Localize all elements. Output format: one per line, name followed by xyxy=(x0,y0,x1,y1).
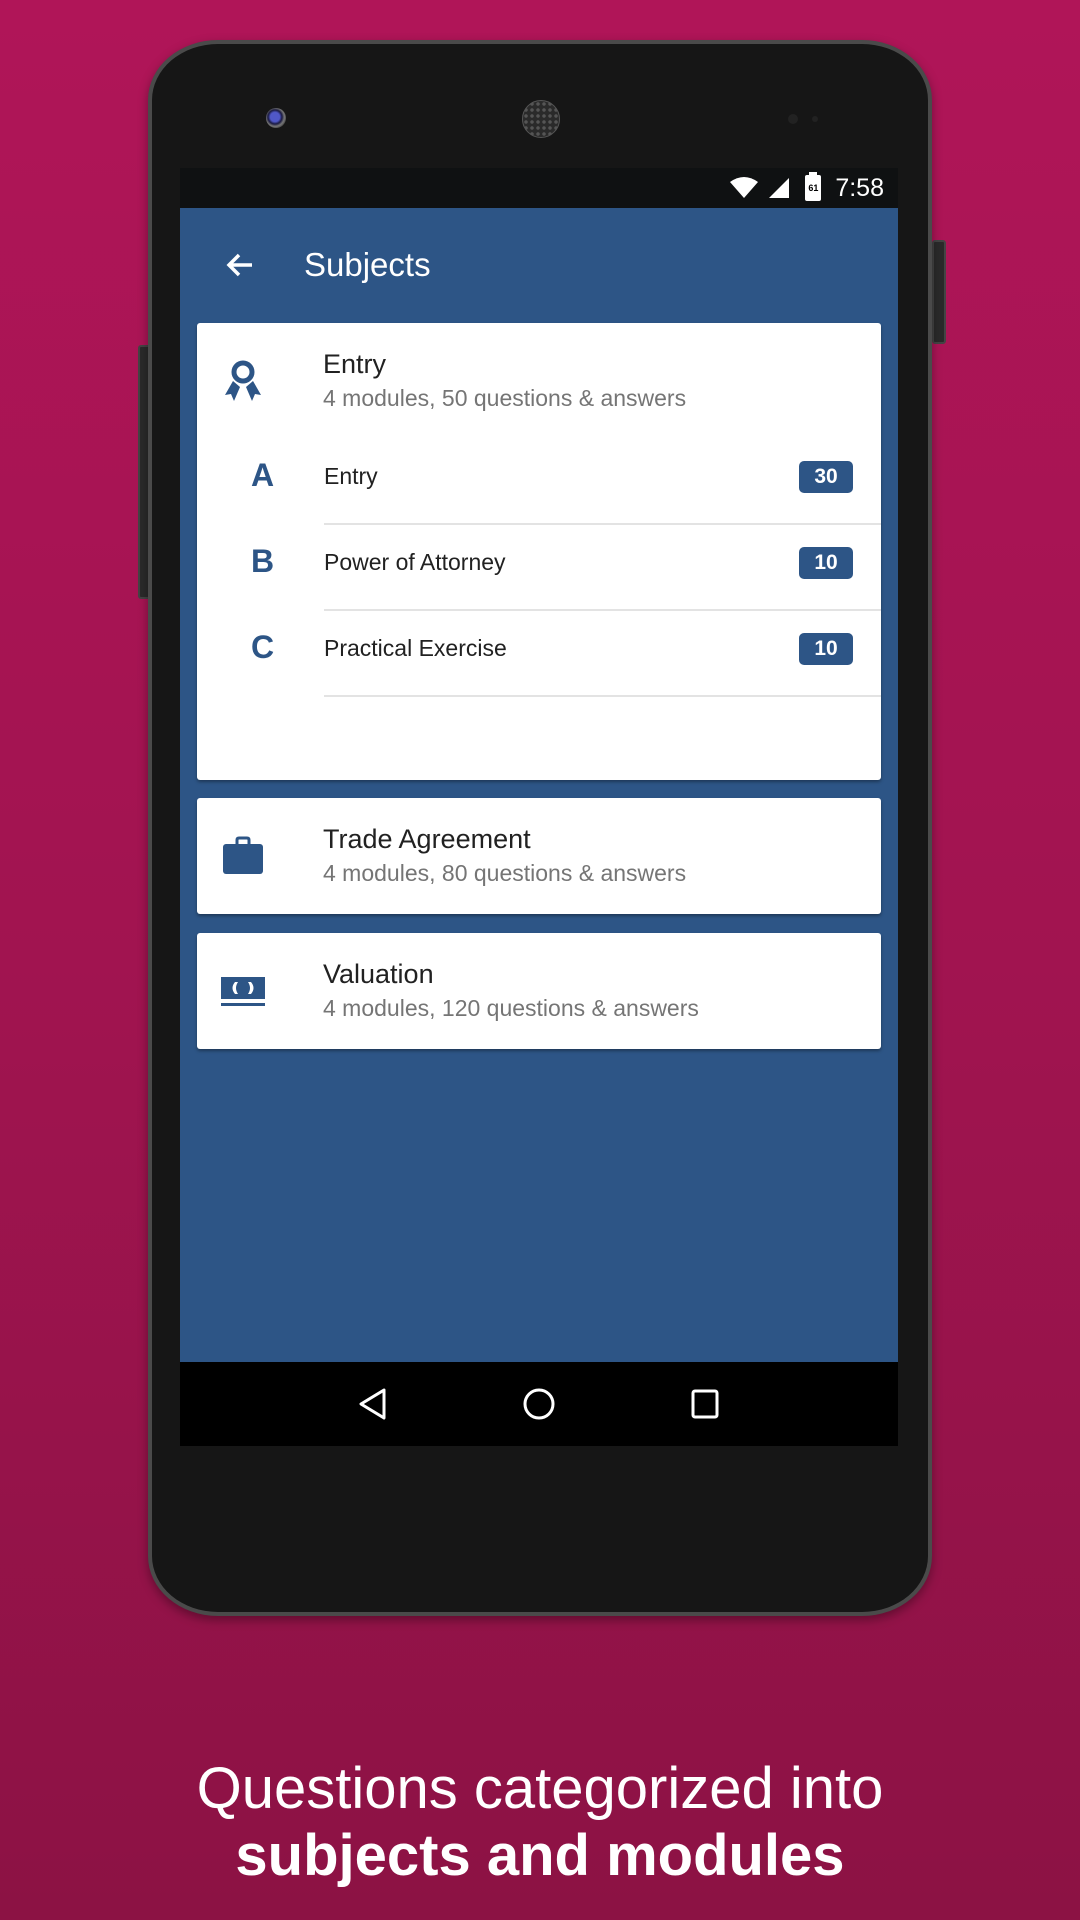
award-ribbon-icon xyxy=(225,360,261,401)
question-count-badge: 10 xyxy=(799,547,853,579)
module-letter: C xyxy=(251,629,275,665)
module-title: Practical Exercise xyxy=(324,635,507,661)
back-triangle-icon xyxy=(359,1388,386,1420)
battery-level: 61 xyxy=(808,183,819,193)
nav-recents-button[interactable] xyxy=(675,1374,735,1434)
module-letter: A xyxy=(251,457,275,493)
module-list: A Entry 30 B Power of Attorney 10 C Prac… xyxy=(197,439,881,697)
wifi-icon xyxy=(730,177,759,198)
subject-header[interactable]: Entry 4 modules, 50 questions & answers xyxy=(197,323,881,439)
module-letter: B xyxy=(251,543,275,579)
subject-header[interactable]: Trade Agreement 4 modules, 80 questions … xyxy=(197,798,881,914)
divider xyxy=(324,695,881,697)
battery-icon: 61 xyxy=(805,172,822,201)
briefcase-icon xyxy=(223,836,263,874)
subject-card-valuation[interactable]: Valuation 4 modules, 120 questions & ans… xyxy=(197,933,881,1049)
proximity-sensor xyxy=(788,114,798,124)
home-circle-icon xyxy=(523,1388,555,1420)
subject-title: Valuation xyxy=(323,959,434,989)
app-bar: Subjects xyxy=(180,208,898,322)
caption-line-2: subjects and modules xyxy=(235,1823,845,1888)
earpiece-speaker xyxy=(522,100,560,138)
front-camera xyxy=(266,108,286,128)
module-item[interactable]: B Power of Attorney 10 xyxy=(197,525,881,611)
system-nav-bar xyxy=(180,1362,898,1446)
module-title: Power of Attorney xyxy=(324,549,506,575)
module-item[interactable]: A Entry 30 xyxy=(197,439,881,525)
nav-back-button[interactable] xyxy=(343,1374,403,1434)
subject-card-trade-agreement[interactable]: Trade Agreement 4 modules, 80 questions … xyxy=(197,798,881,914)
subject-subtitle: 4 modules, 80 questions & answers xyxy=(323,860,687,886)
nav-home-button[interactable] xyxy=(509,1374,569,1434)
module-title: Entry xyxy=(324,463,378,489)
money-icon xyxy=(221,977,265,1006)
back-button[interactable] xyxy=(210,235,270,295)
page-title: Subjects xyxy=(304,246,431,283)
status-time: 7:58 xyxy=(835,173,884,202)
subject-header[interactable]: Valuation 4 modules, 120 questions & ans… xyxy=(197,933,881,1049)
signal-icon xyxy=(769,178,790,198)
subject-subtitle: 4 modules, 50 questions & answers xyxy=(323,385,687,411)
question-count-badge: 30 xyxy=(799,461,853,493)
phone-screen: 61 7:58 Subjects Entry 4 modules, 50 que… xyxy=(180,168,898,1446)
recents-square-icon xyxy=(691,1389,719,1419)
question-count-badge: 10 xyxy=(799,633,853,665)
light-sensor xyxy=(812,116,818,122)
arrow-back-icon xyxy=(226,253,252,277)
caption-line-1: Questions categorized into xyxy=(196,1756,884,1821)
status-bar: 61 7:58 xyxy=(180,168,898,208)
phone-power-button xyxy=(932,240,946,344)
subject-title: Entry xyxy=(323,349,387,379)
subject-title: Trade Agreement xyxy=(323,824,531,854)
subject-subtitle: 4 modules, 120 questions & answers xyxy=(323,995,699,1021)
subject-card-entry[interactable]: Entry 4 modules, 50 questions & answers … xyxy=(197,323,881,780)
module-item[interactable]: C Practical Exercise 10 xyxy=(197,611,881,697)
